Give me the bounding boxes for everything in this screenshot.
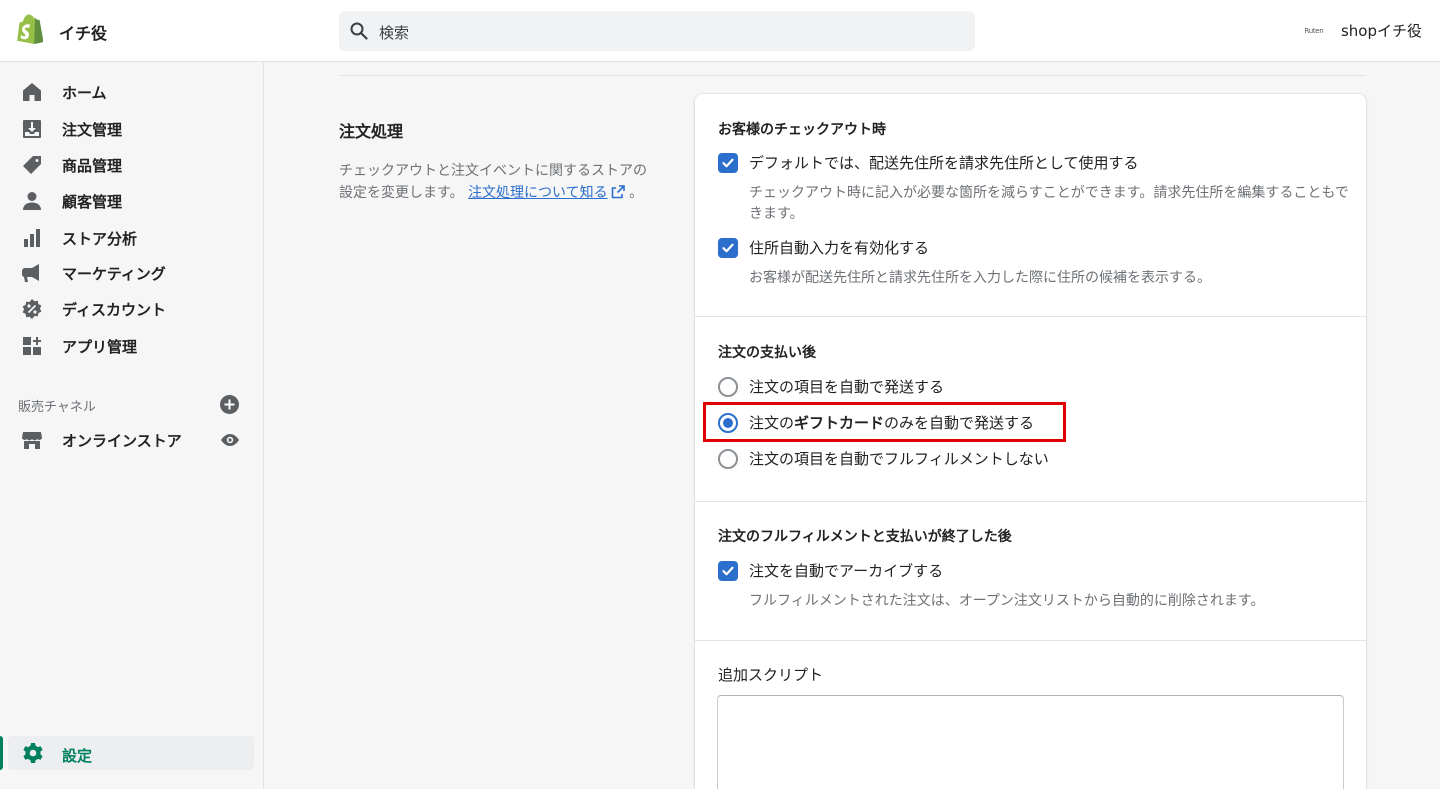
auto-archive-checkbox[interactable]: 注文を自動でアーカイブする	[718, 560, 943, 581]
section-title: 注文処理	[339, 122, 404, 141]
account-store-logo: Ruten	[1304, 26, 1324, 35]
checkbox-label: デフォルトでは、配送先住所を請求先住所として使用する	[749, 154, 1139, 172]
home-icon	[20, 80, 44, 104]
sidebar-item-products[interactable]: 商品管理	[20, 151, 122, 179]
megaphone-icon	[20, 261, 44, 285]
store-icon	[20, 428, 44, 452]
radio-button[interactable]	[718, 448, 738, 469]
address-autocomplete-checkbox[interactable]: 住所自動入力を有効化する	[718, 237, 929, 258]
sidebar-item-customers[interactable]: 顧客管理	[20, 187, 122, 215]
sidebar-item-label: オンラインストア	[62, 431, 182, 450]
checkbox-label: 住所自動入力を有効化する	[749, 239, 930, 257]
after-fulfillment-group-title: 注文のフルフィルメントと支払いが終了した後	[718, 529, 1012, 545]
section-divider	[339, 75, 1366, 76]
card-divider	[695, 316, 1366, 317]
orders-icon	[20, 117, 44, 141]
sidebar-item-analytics[interactable]: ストア分析	[20, 224, 137, 252]
sidebar-item-label: マーケティング	[62, 264, 166, 283]
search-icon	[350, 22, 368, 40]
sidebar-item-home[interactable]: ホーム	[20, 78, 107, 106]
eye-icon[interactable]	[219, 430, 241, 450]
external-link-icon	[611, 185, 625, 199]
sidebar-item-orders[interactable]: 注文管理	[20, 115, 122, 143]
highlight-box	[703, 402, 1066, 442]
checkout-group-title: お客様のチェックアウト時	[718, 122, 886, 138]
checkbox-help-text: フルフィルメントされた注文は、オープン注文リストから自動的に削除されます。	[749, 593, 1265, 609]
section-description: チェックアウトと注文イベントに関するストアの設定を変更します。 注文処理について…	[339, 163, 647, 201]
auto-fulfill-all-radio[interactable]: 注文の項目を自動で発送する	[718, 376, 944, 397]
after-payment-group-title: 注文の支払い後	[718, 345, 816, 361]
check-icon	[722, 566, 734, 575]
sales-channels-heading: 販売チャネル	[18, 400, 96, 415]
check-icon	[722, 243, 734, 252]
checkbox-checked[interactable]	[718, 560, 738, 581]
sidebar-item-marketing[interactable]: マーケティング	[20, 259, 166, 287]
sidebar: ホーム 注文管理 商品管理 顧客管理 ストア分析 マーケティング ディスカウント…	[0, 62, 264, 789]
top-bar: イチ役 検索 Ruten shopイチ役	[0, 0, 1440, 62]
card-divider	[695, 640, 1366, 641]
apps-icon	[20, 334, 44, 358]
sidebar-item-discounts[interactable]: ディスカウント	[20, 295, 166, 323]
additional-scripts-label: 追加スクリプト	[718, 666, 824, 684]
sidebar-item-apps[interactable]: アプリ管理	[20, 332, 137, 360]
checkbox-checked[interactable]	[718, 152, 738, 173]
shopify-logo-icon[interactable]	[16, 14, 43, 45]
no-auto-fulfill-radio[interactable]: 注文の項目を自動でフルフィルメントしない	[718, 448, 1049, 469]
checkbox-help-text: チェックアウト時に記入が必要な箇所を減らすことができます。請求先住所を編集するこ…	[749, 185, 1349, 222]
add-circle-icon[interactable]	[219, 394, 240, 415]
radio-label: 注文の項目を自動で発送する	[749, 378, 945, 396]
account-menu[interactable]: Ruten shopイチ役	[1297, 20, 1422, 41]
radio-button[interactable]	[718, 376, 738, 397]
learn-more-link[interactable]: 注文処理について知る	[468, 185, 625, 201]
active-indicator	[0, 736, 3, 770]
tag-icon	[20, 153, 44, 177]
use-shipping-as-billing-checkbox[interactable]: デフォルトでは、配送先住所を請求先住所として使用する	[718, 152, 1139, 173]
gear-icon	[23, 743, 43, 763]
bar-chart-icon	[20, 226, 44, 250]
additional-scripts-textarea[interactable]	[717, 695, 1344, 789]
sidebar-item-label: アプリ管理	[62, 337, 138, 356]
search-placeholder: 検索	[379, 24, 410, 42]
checkbox-help-text: お客様が配送先住所と請求先住所を入力した際に住所の候補を表示する。	[749, 270, 1211, 286]
checkbox-checked[interactable]	[718, 237, 738, 258]
sidebar-item-label: 注文管理	[62, 120, 123, 139]
account-name: shopイチ役	[1340, 22, 1422, 40]
sidebar-item-online-store[interactable]: オンラインストア	[20, 426, 182, 454]
sidebar-item-label: ホーム	[62, 83, 107, 102]
store-name: イチ役	[59, 24, 108, 43]
radio-label: 注文の項目を自動でフルフィルメントしない	[749, 450, 1049, 468]
sidebar-item-label: 商品管理	[62, 156, 123, 175]
search-input[interactable]: 検索	[339, 11, 975, 51]
discount-icon	[20, 297, 44, 321]
person-icon	[20, 189, 44, 213]
settings-label: 設定	[62, 747, 93, 765]
checkbox-label: 注文を自動でアーカイブする	[749, 562, 944, 580]
sidebar-item-label: 顧客管理	[62, 192, 123, 211]
sidebar-item-label: ディスカウント	[62, 300, 166, 319]
card-divider	[695, 501, 1366, 502]
sidebar-item-label: ストア分析	[62, 229, 138, 248]
check-icon	[722, 158, 734, 167]
